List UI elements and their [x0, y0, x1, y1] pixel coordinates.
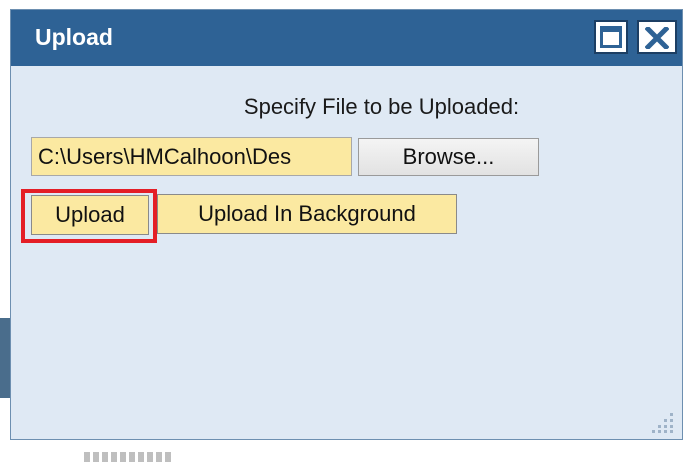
upload-instruction: Specify File to be Uploaded: [243, 94, 520, 119]
upload-in-background-button[interactable]: Upload In Background [157, 194, 457, 234]
upload-dialog: Upload Specify File to be Uploaded: C:\U… [10, 9, 683, 440]
dialog-title: Upload [35, 24, 113, 50]
browse-button[interactable]: Browse... [358, 138, 539, 176]
close-icon[interactable] [637, 20, 677, 54]
background-page-text [84, 452, 174, 462]
maximize-icon[interactable] [594, 20, 628, 54]
upload-button[interactable]: Upload [31, 195, 149, 235]
resize-grip-icon[interactable] [652, 411, 674, 433]
dialog-titlebar[interactable]: Upload [11, 10, 682, 66]
background-page-panel [0, 318, 10, 398]
file-path-input[interactable]: C:\Users\HMCalhoon\Des [31, 137, 352, 176]
dialog-body: Specify File to be Uploaded: C:\Users\HM… [11, 66, 682, 439]
